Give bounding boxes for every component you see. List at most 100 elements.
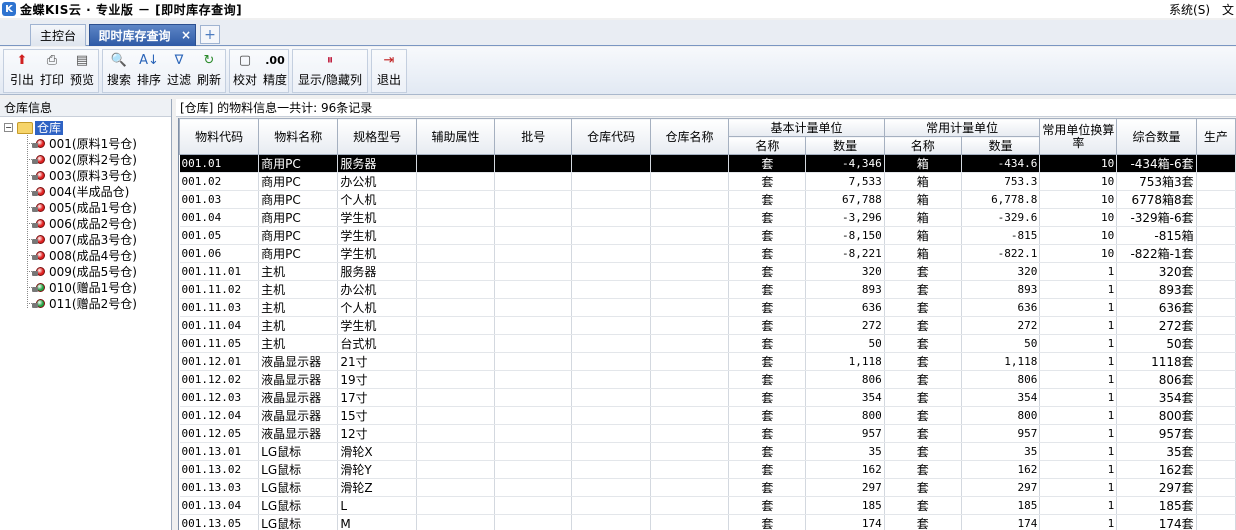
toolbar-button-export[interactable]: ⬆ 引出 <box>8 50 36 88</box>
col-header-base-unit-name[interactable]: 名称 <box>728 136 807 155</box>
warehouse-tree-item[interactable]: 008(成品4号仓) <box>27 247 137 263</box>
table-row[interactable]: 001.11.02 主机 办公机套 893 套 893 1 893套 <box>179 280 1236 299</box>
table-row[interactable]: 001.06 商用PC 学生机 套 -8,221 箱 -822.1 10 -822箱-1套 <box>179 244 1236 263</box>
toolbar-button-precision[interactable]: .00 精度 <box>261 50 289 88</box>
cell-spec: 21寸 <box>337 352 417 371</box>
col-header-rate[interactable]: 常用单位换算率 <box>1039 118 1118 155</box>
col-header-code[interactable]: 物料代码 <box>179 118 260 155</box>
cell-batch <box>494 262 573 281</box>
col-header-base-qty[interactable]: 数量 <box>805 136 885 155</box>
table-row[interactable]: 001.12.03 液晶显示器 17寸套 354 套 354 1 354套 <box>179 388 1236 407</box>
toolbar-button-sort[interactable]: A↓ 排序 <box>135 50 163 88</box>
col-header-common-unit-name[interactable]: 名称 <box>883 136 962 155</box>
cell-wh-code <box>571 280 651 299</box>
table-row[interactable]: 001.13.01 LG鼠标 滑轮X 套 35 套 35 1 35套 <box>179 442 1236 461</box>
cell-rate: 1 <box>1039 316 1118 335</box>
table-row[interactable]: 001.12.02 液晶显示器 19寸套 806 套 806 1 806套 <box>179 370 1236 389</box>
toolbar-button-columns[interactable]: ⏸ 显示/隐藏列 <box>297 50 363 88</box>
cell-base-unit: 套 <box>728 496 807 515</box>
cell-aux <box>416 460 496 479</box>
cell-code: 001.01 <box>179 154 260 173</box>
toolbar-button-search[interactable]: 🔍 搜索 <box>105 50 133 88</box>
warehouse-tree-item[interactable]: 009(成品5号仓) <box>27 263 137 279</box>
warehouse-tree-item[interactable]: 005(成品1号仓) <box>27 199 137 215</box>
toolbar-button-refresh[interactable]: ↻ 刷新 <box>195 50 223 88</box>
warehouse-tree-item[interactable]: 011(赠品2号仓) <box>27 295 137 311</box>
warehouse-tree-label: 006(成品2号仓) <box>49 216 137 231</box>
table-row[interactable]: 001.11.04 主机 学生机套 272 套 272 1 272套 <box>179 316 1236 335</box>
cell-base-qty: 7,533 <box>805 172 885 191</box>
table-row[interactable]: 001.13.04 LG鼠标 L 套 185 套 185 1 185套 <box>179 496 1236 515</box>
col-header-aux[interactable]: 辅助属性 <box>415 118 496 155</box>
cell-code: 001.12.05 <box>179 424 260 443</box>
warehouse-status-icon <box>32 298 45 308</box>
toolbar-button-check[interactable]: ▢ 校对 <box>231 50 259 88</box>
col-header-batch[interactable]: 批号 <box>494 118 573 155</box>
col-header-spec[interactable]: 规格型号 <box>337 118 417 155</box>
stock-grid[interactable]: 物料代码 物料名称 规格型号 辅助属性 批号 仓库代码 仓库名称 基本计量单位 … <box>178 118 1236 530</box>
cell-base-qty: 297 <box>805 478 885 497</box>
table-row[interactable]: 001.03 商用PC 个人机 套 67,788 箱 6,778.8 10 6778箱8套 <box>179 190 1236 209</box>
cell-aux <box>416 514 496 530</box>
col-header-combined[interactable]: 综合数量 <box>1116 118 1197 155</box>
warehouse-tree-item[interactable]: 010(赠品1号仓) <box>27 279 137 295</box>
warehouse-tree-item[interactable]: 007(成品3号仓) <box>27 231 137 247</box>
col-header-more[interactable]: 生产 <box>1195 118 1236 155</box>
table-row[interactable]: 001.12.04 液晶显示器 15寸套 800 套 800 1 800套 <box>179 406 1236 425</box>
menu-system[interactable]: 系统(S) <box>1169 1 1210 18</box>
add-tab-icon[interactable]: + <box>200 25 220 44</box>
table-row[interactable]: 001.12.05 液晶显示器 12寸套 957 套 957 1 957套 <box>179 424 1236 443</box>
table-row[interactable]: 001.01 商用PC 服务器 套 -4,346 箱 -434.6 10 -434箱-6套 <box>179 154 1236 173</box>
toolbar-button-print[interactable]: ⎙ 打印 <box>38 50 66 88</box>
toolbar-button-preview[interactable]: ▤ 预览 <box>68 50 96 88</box>
warehouse-tree-item[interactable]: 003(原料3号仓) <box>27 167 137 183</box>
cell-combined: 185套 <box>1116 496 1197 515</box>
cell-spec: 服务器 <box>337 262 417 281</box>
table-row[interactable]: 001.11.03 主机 个人机套 636 套 636 1 636套 <box>179 298 1236 317</box>
cell-code: 001.12.02 <box>179 370 260 389</box>
toolbar-button-label: 校对 <box>232 73 257 87</box>
col-header-common-qty[interactable]: 数量 <box>960 136 1041 155</box>
col-header-wh-code[interactable]: 仓库代码 <box>571 118 651 155</box>
cell-rate: 10 <box>1039 226 1118 245</box>
warehouse-tree-item[interactable]: 001(原料1号仓) <box>27 135 137 151</box>
col-header-wh-name[interactable]: 仓库名称 <box>649 118 730 155</box>
tab-home[interactable]: 主控台 <box>30 24 86 46</box>
table-row[interactable]: 001.11.01 主机 服务器套 320 套 320 1 320套 <box>179 262 1236 281</box>
record-count-bar: [仓库] 的物料信息一共计: 96条记录 <box>176 99 1236 117</box>
menu-file[interactable]: 文 <box>1222 1 1234 18</box>
cell-aux <box>416 478 496 497</box>
cell-common-unit: 套 <box>884 442 962 461</box>
toolbar-button-label: 刷新 <box>196 73 221 87</box>
cell-base-unit: 套 <box>728 316 807 335</box>
cell-more <box>1196 190 1236 209</box>
table-row[interactable]: 001.13.03 LG鼠标 滑轮Z 套 297 套 297 1 297套 <box>179 478 1236 497</box>
table-row[interactable]: 001.05 商用PC 学生机 套 -8,150 箱 -815 10 -815箱 <box>179 226 1236 245</box>
cell-wh-code <box>571 424 651 443</box>
warehouse-tree-item[interactable]: 006(成品2号仓) <box>27 215 137 231</box>
table-row[interactable]: 001.04 商用PC 学生机 套 -3,296 箱 -329.6 10 -329箱-6套 <box>179 208 1236 227</box>
tree-root-warehouse[interactable]: − 仓库 <box>4 120 64 135</box>
exit-icon: ⇥ <box>383 53 395 68</box>
cell-spec: 滑轮X <box>337 442 417 461</box>
table-row[interactable]: 001.12.01 液晶显示器 21寸套 1,118 套 1,118 1 1118套 <box>179 352 1236 371</box>
close-tab-icon[interactable]: × <box>181 28 191 42</box>
toolbar-button-filter[interactable]: ∇ 过滤 <box>165 50 193 88</box>
tab-stock-query[interactable]: 即时库存查询 × <box>89 24 196 46</box>
table-row[interactable]: 001.02 商用PC 办公机 套 7,533 箱 753.3 10 753箱3套 <box>179 172 1236 191</box>
cell-aux <box>416 262 496 281</box>
cell-more <box>1196 298 1236 317</box>
warehouse-tree-item[interactable]: 004(半成品仓) <box>27 183 129 199</box>
warehouse-tree-item[interactable]: 002(原料2号仓) <box>27 151 137 167</box>
cell-common-qty: 800 <box>961 406 1041 425</box>
table-row[interactable]: 001.13.05 LG鼠标 M 套 174 套 174 1 174套 <box>179 514 1236 530</box>
cell-wh-code <box>571 442 651 461</box>
cell-base-qty: 354 <box>805 388 885 407</box>
table-row[interactable]: 001.13.02 LG鼠标 滑轮Y 套 162 套 162 1 162套 <box>179 460 1236 479</box>
cell-base-unit: 套 <box>728 424 807 443</box>
collapse-icon[interactable]: − <box>4 123 13 132</box>
cell-wh-name <box>650 280 730 299</box>
col-header-name[interactable]: 物料名称 <box>258 118 339 155</box>
table-row[interactable]: 001.11.05 主机 台式机套 50 套 50 1 50套 <box>179 334 1236 353</box>
toolbar-button-exit[interactable]: ⇥ 退出 <box>374 50 404 88</box>
